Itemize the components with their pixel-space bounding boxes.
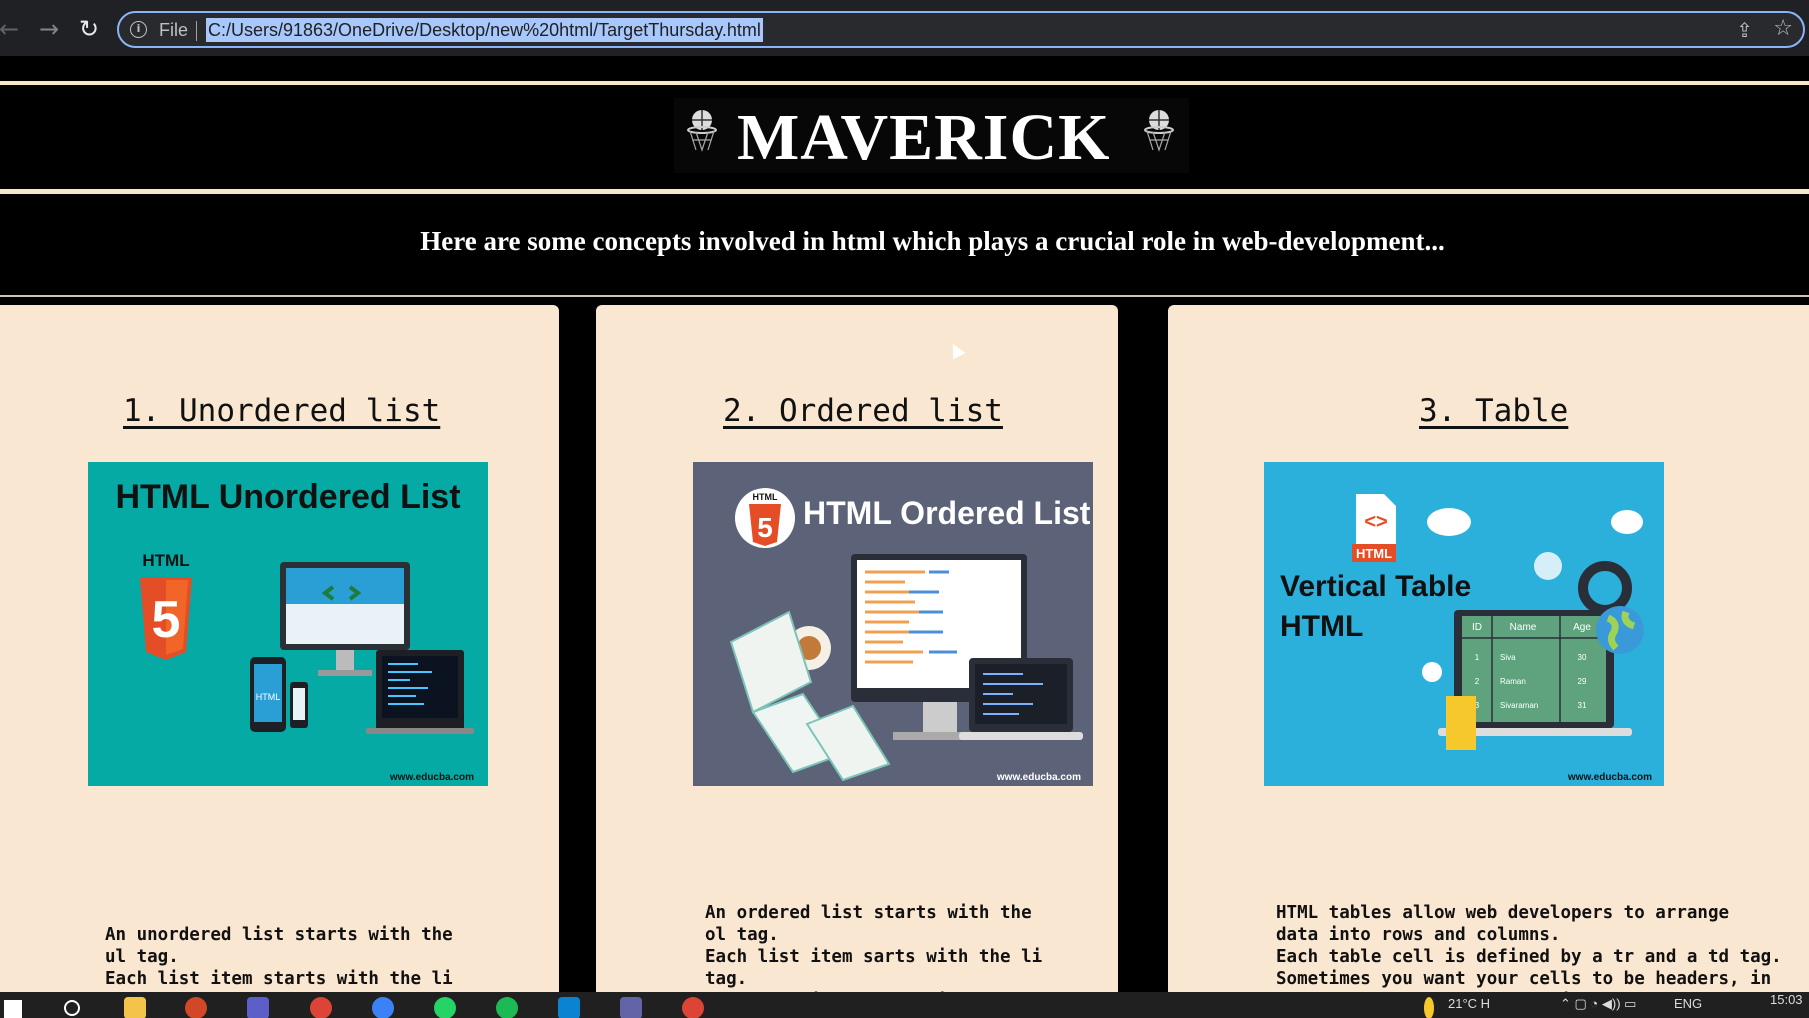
file-scheme-label: File <box>159 20 189 40</box>
svg-text:HTML: HTML <box>753 492 778 502</box>
file-explorer-icon[interactable] <box>124 997 146 1018</box>
ordered-list-image: HTML 5 HTML Ordered List www.educba.com <box>693 462 1093 786</box>
image-heading: HTML Unordered List <box>115 478 460 516</box>
middle-divider <box>0 189 1809 194</box>
card-table: 3. Table <> HTML Vertical Table HTML ID … <box>1168 305 1809 992</box>
teams-classic-icon[interactable] <box>620 997 642 1018</box>
browser-toolbar: ← → ↻ i File C:/Users/91863/OneDrive/Des… <box>0 0 1809 56</box>
svg-text:HTML: HTML <box>142 551 189 570</box>
svg-text:5: 5 <box>152 591 181 649</box>
card-description: An unordered list starts with the ul tag… <box>105 925 453 992</box>
svg-text:<>: <> <box>1364 511 1387 533</box>
clock[interactable]: 15:03 <box>1770 992 1803 1007</box>
chrome-active-icon[interactable] <box>682 997 704 1018</box>
url-text[interactable]: C:/Users/91863/OneDrive/Desktop/new%20ht… <box>206 18 763 42</box>
card-description: An ordered list starts with the ol tag. … <box>705 903 1043 992</box>
weather-text: 21°C H <box>1448 996 1491 1011</box>
powerpoint-icon[interactable] <box>185 997 207 1018</box>
svg-text:HTML: HTML <box>256 692 281 702</box>
svg-text:Siva: Siva <box>1500 653 1516 662</box>
chrome-icon[interactable] <box>310 997 332 1018</box>
address-bar[interactable]: i File C:/Users/91863/OneDrive/Desktop/n… <box>117 11 1805 48</box>
language-indicator[interactable]: ENG <box>1674 996 1702 1011</box>
logo: MAVERICK <box>674 98 1189 174</box>
search-icon[interactable] <box>64 1000 80 1016</box>
svg-text:HTML: HTML <box>1356 546 1392 561</box>
spotify-icon[interactable] <box>496 997 518 1018</box>
info-icon[interactable]: i <box>130 21 147 38</box>
svg-text:5: 5 <box>757 512 773 543</box>
svg-text:1: 1 <box>1475 653 1480 662</box>
intro-text: Here are some concepts involved in html … <box>420 226 1445 256</box>
svg-text:29: 29 <box>1578 677 1587 686</box>
svg-text:HTML: HTML <box>1280 610 1363 643</box>
teams-icon[interactable] <box>247 997 269 1018</box>
forward-arrow-icon[interactable]: → <box>36 12 62 46</box>
svg-text:30: 30 <box>1578 653 1587 662</box>
back-arrow-icon[interactable]: ← <box>0 12 22 46</box>
taskbar: 21°C H ⌃ ▢ ◔ ◀)) ▭ ENG 15:03 <box>0 992 1809 1018</box>
svg-text:Age: Age <box>1573 622 1591 633</box>
svg-text:Name: Name <box>1510 622 1537 633</box>
tray-icons[interactable]: ⌃ ▢ ◔ ◀)) ▭ <box>1560 996 1636 1012</box>
unordered-list-image: HTML Unordered List HTML 5 HTML www.educ… <box>88 462 488 786</box>
top-divider <box>0 81 1809 85</box>
photos-icon[interactable] <box>372 997 394 1018</box>
whatsapp-icon[interactable] <box>434 997 456 1018</box>
card-title: 1. Unordered list <box>123 393 441 429</box>
basketball-hoop-icon <box>687 110 717 152</box>
table-image: <> HTML Vertical Table HTML ID Name Age … <box>1264 462 1664 786</box>
logo-text: MAVERICK <box>737 101 1111 174</box>
weather-icon <box>1424 997 1434 1018</box>
svg-text:Sivaraman: Sivaraman <box>1500 701 1538 710</box>
svg-text:www.educba.com: www.educba.com <box>996 772 1081 783</box>
windows-start-icon[interactable] <box>4 1000 22 1018</box>
basketball-hoop-icon <box>1144 110 1174 152</box>
svg-text:2: 2 <box>1475 677 1480 686</box>
card-description: HTML tables allow web developers to arra… <box>1276 903 1792 992</box>
web-page: MAVERICK Here are some concepts involved… <box>0 56 1809 992</box>
svg-text:www.educba.com: www.educba.com <box>389 772 474 783</box>
address-separator <box>196 21 197 41</box>
share-icon[interactable]: ⇪ <box>1736 18 1753 42</box>
svg-text:Raman: Raman <box>1500 677 1526 686</box>
image-heading: Vertical Table <box>1280 570 1471 603</box>
svg-text:ID: ID <box>1472 622 1482 633</box>
card-title: 3. Table <box>1419 393 1569 429</box>
svg-text:31: 31 <box>1578 701 1587 710</box>
vscode-icon[interactable] <box>558 997 580 1018</box>
svg-text:www.educba.com: www.educba.com <box>1567 772 1652 783</box>
card-unordered-list: 1. Unordered list HTML Unordered List HT… <box>0 305 559 992</box>
reload-icon[interactable]: ↻ <box>76 12 102 46</box>
intro-divider <box>0 295 1809 297</box>
card-title: 2. Ordered list <box>723 393 1003 429</box>
bookmark-star-icon[interactable]: ☆ <box>1773 16 1793 41</box>
card-ordered-list: 2. Ordered list HTML 5 HTML Ordered List <box>596 305 1118 992</box>
image-heading: HTML Ordered List <box>803 495 1091 531</box>
